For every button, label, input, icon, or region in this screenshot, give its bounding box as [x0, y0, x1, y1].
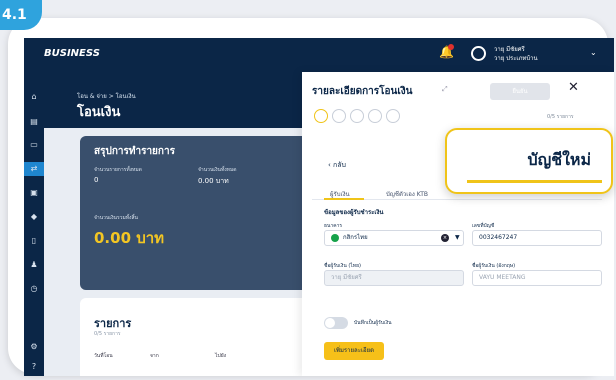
summary-count-label: จำนวนรายการทั้งหมด: [94, 167, 142, 173]
save-payee-toggle[interactable]: [324, 317, 348, 329]
step-count: 0/5 รายการ: [547, 114, 574, 120]
callout-underline: [467, 180, 602, 183]
user-name: วายุ มีชัยศรี: [494, 46, 525, 53]
notification-dot: [448, 44, 454, 50]
document-icon[interactable]: ▯: [29, 236, 39, 246]
wallet-icon[interactable]: ▣: [29, 188, 39, 198]
column-header-to[interactable]: ไปยัง: [215, 352, 226, 360]
list-subtitle: 0/5 รายการ: [94, 331, 121, 337]
transfer-icon[interactable]: ⇄: [29, 164, 39, 174]
page-title: โอนเงิน: [77, 105, 121, 120]
chevron-down-icon[interactable]: ⌄: [590, 48, 597, 57]
user-company: วายุ ประเภทบ้าน: [494, 55, 538, 62]
confirm-button[interactable]: ยืนยัน: [490, 83, 550, 100]
new-account-callout: บัญชีใหม่: [445, 128, 613, 194]
device-frame: BUSINESS 🔔 วายุ มีชัยศรี วายุ ประเภทบ้าน…: [8, 18, 614, 376]
bank-value: กสิกรไทย: [343, 234, 368, 241]
step-indicator-3: [350, 109, 364, 123]
summary-amount: 0.00 บาท: [198, 177, 229, 185]
payee-name-en-field[interactable]: VAYU MEETANG: [472, 270, 602, 286]
summary-title: สรุปการทำรายการ: [94, 146, 175, 157]
account-number-label: เลขที่บัญชี: [472, 223, 495, 229]
payee-name-th-field[interactable]: วายุ มีชัยศรี: [324, 270, 464, 286]
settings-icon[interactable]: ⚙: [29, 342, 39, 352]
step-indicator-2: [332, 109, 346, 123]
payee-name-en-label: ชื่อผู้รับเงิน (อังกฤษ): [472, 263, 516, 269]
summary-count: 0: [94, 176, 99, 184]
card-icon[interactable]: ▭: [29, 140, 39, 150]
tab-active-underline: [324, 198, 364, 200]
breadcrumb[interactable]: โอน & จ่าย > โอนเงิน: [77, 91, 136, 101]
panel-title: รายละเอียดการโอนเงิน: [312, 86, 413, 97]
payee-name-th-label: ชื่อผู้รับเงิน (ไทย): [324, 263, 361, 269]
transfer-detail-panel: รายละเอียดการโอนเงิน ⤢ ยืนยัน ✕ 0/5 รายก…: [302, 72, 614, 376]
dropdown-icon[interactable]: ▼: [455, 231, 460, 245]
clear-icon[interactable]: ×: [441, 234, 449, 242]
brand-logo: BUSINESS: [44, 48, 100, 59]
step-indicator-1: [314, 109, 328, 123]
step-indicator-4: [368, 109, 382, 123]
close-icon[interactable]: ✕: [568, 80, 579, 95]
column-header-from[interactable]: จาก: [150, 352, 159, 360]
top-bar: BUSINESS 🔔 วายุ มีชัยศรี วายุ ประเภทบ้าน…: [24, 38, 614, 72]
clock-icon[interactable]: ◷: [29, 284, 39, 294]
user-icon[interactable]: [471, 46, 486, 61]
help-icon[interactable]: ?: [29, 362, 39, 372]
tab-own-account[interactable]: บัญชีตัวเอง KTB: [386, 189, 428, 199]
account-number-field[interactable]: 0032467247: [472, 230, 602, 246]
calendar-icon[interactable]: ▤: [29, 117, 39, 127]
step-indicator-5: [386, 109, 400, 123]
summary-total-label: จำนวนเงินรวมทั้งสิ้น: [94, 215, 138, 221]
user-info[interactable]: วายุ มีชัยศรี วายุ ประเภทบ้าน: [494, 45, 538, 63]
toggle-knob: [325, 318, 335, 328]
users-icon[interactable]: ♟: [29, 260, 39, 270]
home-icon[interactable]: ⌂: [29, 92, 39, 102]
screenshot-stage: 4.1 BUSINESS 🔔 วายุ มีชัยศรี วายุ ประเภท…: [0, 0, 616, 380]
callout-label: บัญชีใหม่: [527, 150, 591, 169]
summary-total: 0.00 บาท: [94, 229, 165, 247]
step-badge: 4.1: [0, 0, 42, 30]
app-screen: BUSINESS 🔔 วายุ มีชัยศรี วายุ ประเภทบ้าน…: [24, 38, 614, 376]
save-payee-label: บันทึกเป็นผู้รับเงิน: [354, 320, 392, 326]
tag-icon[interactable]: ◆: [29, 212, 39, 222]
bank-label: ธนาคาร: [324, 223, 343, 229]
section-title: ข้อมูลของผู้รับชำระเงิน: [324, 209, 384, 216]
bank-select[interactable]: กสิกรไทย × ▼: [324, 230, 464, 246]
column-header-date[interactable]: วันที่โอน: [94, 352, 113, 360]
sidebar: ⌂ ▤ ▭ ⇄ ▣ ◆ ▯ ♟ ◷ ⚙ ?: [24, 72, 44, 376]
back-label: กลับ: [333, 161, 347, 169]
add-detail-button[interactable]: เพิ่มรายละเอียด: [324, 342, 384, 360]
back-link[interactable]: ‹ กลับ: [328, 160, 346, 171]
bank-logo-icon: [331, 233, 339, 242]
summary-amount-label: จำนวนเงินทั้งหมด: [198, 167, 237, 173]
expand-icon[interactable]: ⤢: [442, 85, 448, 94]
